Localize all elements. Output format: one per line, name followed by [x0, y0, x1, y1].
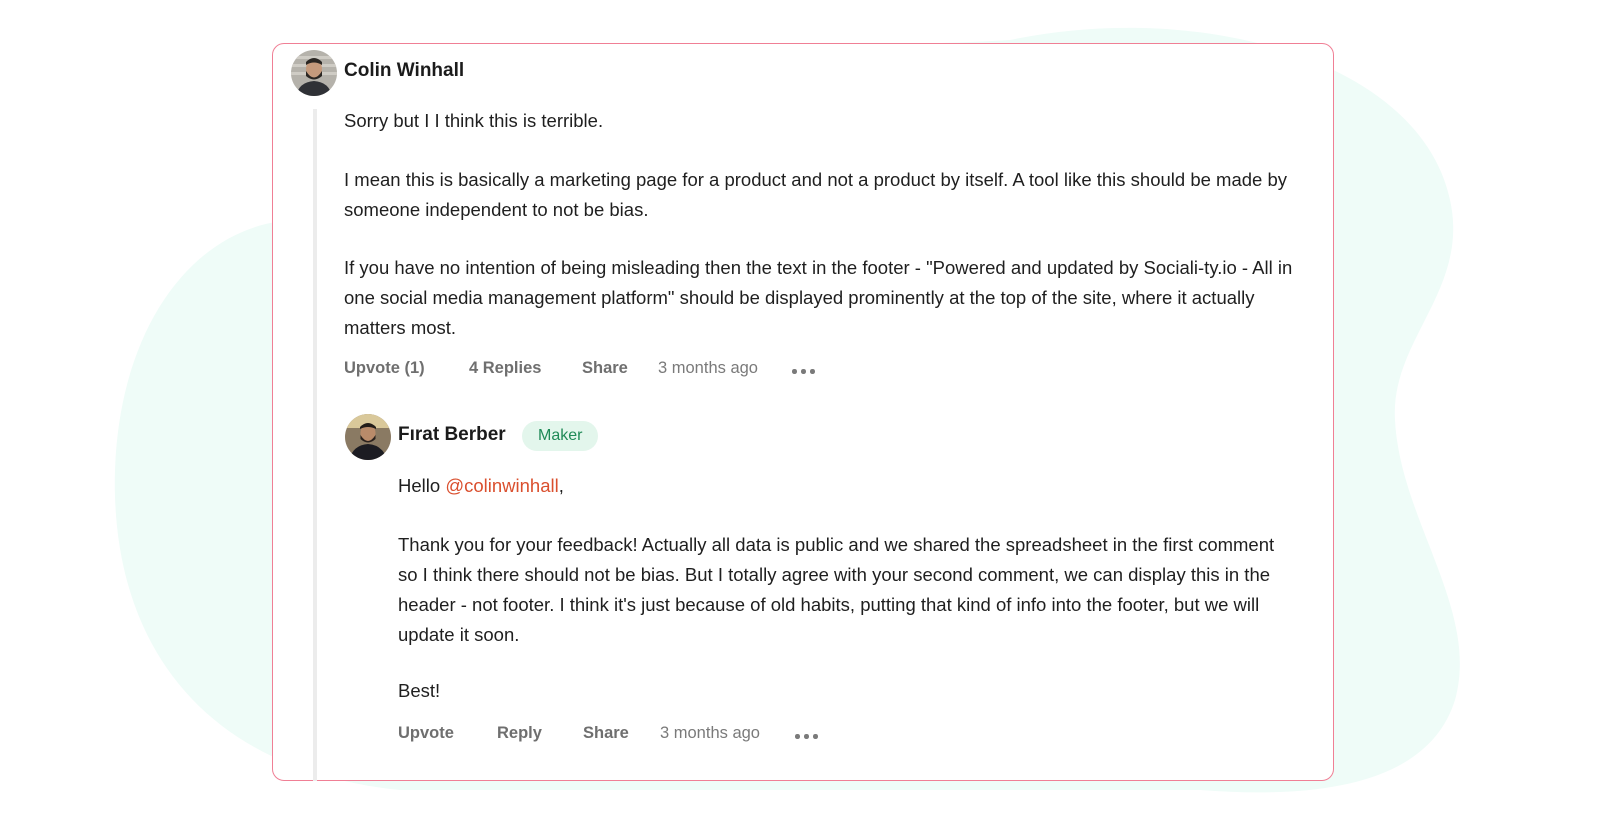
thread-line [313, 109, 317, 781]
reply-timestamp[interactable]: 3 months ago [660, 724, 760, 743]
person-avatar-icon [345, 414, 391, 460]
comment-paragraph: If you have no intention of being mislea… [344, 257, 1293, 338]
reply-actions: Upvote Reply Share 3 months ago [398, 724, 998, 748]
comment-paragraph: I mean this is basically a marketing pag… [344, 169, 1288, 220]
share-button[interactable]: Share [583, 724, 629, 743]
mention-link[interactable]: @colinwinhall [445, 475, 558, 496]
comment-actions: Upvote (1) 4 Replies Share 3 months ago [344, 359, 944, 383]
comment-paragraph: Sorry but I I think this is terrible. [344, 110, 604, 131]
greeting-punctuation: , [558, 475, 564, 496]
reply-paragraph: Thank you for your feedback! Actually al… [398, 534, 1275, 645]
maker-badge: Maker [522, 421, 599, 451]
reply-author-name[interactable]: Fırat Berber [398, 424, 506, 446]
greeting-text: Hello [398, 475, 441, 496]
reply-paragraph: Best! [398, 680, 441, 701]
colin-avatar[interactable] [291, 50, 337, 96]
reply-greeting: Hello @colinwinhall, [398, 471, 1298, 501]
firat-avatar[interactable] [345, 414, 391, 460]
more-options-icon[interactable] [792, 369, 816, 375]
share-button[interactable]: Share [582, 359, 628, 378]
screenshot-canvas: Colin Winhall Sorry but I I think this i… [0, 0, 1600, 820]
reply-button[interactable]: Reply [497, 724, 542, 743]
upvote-button[interactable]: Upvote (1) [344, 359, 425, 378]
replies-button[interactable]: 4 Replies [469, 359, 541, 378]
comment-timestamp[interactable]: 3 months ago [658, 359, 758, 378]
upvote-button[interactable]: Upvote [398, 724, 454, 743]
more-options-icon[interactable] [795, 734, 819, 740]
person-avatar-icon [291, 50, 337, 96]
comment-card: Colin Winhall Sorry but I I think this i… [272, 43, 1334, 781]
comment-author-name[interactable]: Colin Winhall [344, 60, 464, 82]
